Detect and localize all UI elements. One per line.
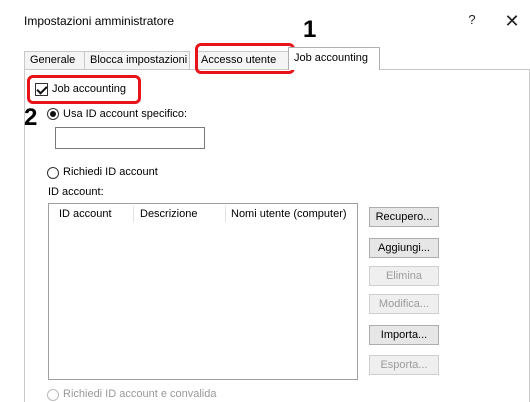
column-separator bbox=[133, 206, 134, 222]
callout-box-step1 bbox=[195, 43, 295, 74]
tab-blocca-impostazioni[interactable]: Blocca impostazioni bbox=[84, 51, 190, 69]
column-separator bbox=[225, 206, 226, 222]
specific-id-input[interactable] bbox=[55, 127, 205, 149]
modifica-button[interactable]: Modifica... bbox=[369, 294, 439, 314]
esporta-button[interactable]: Esporta... bbox=[369, 355, 439, 375]
column-header-nomi-utente[interactable]: Nomi utente (computer) bbox=[231, 208, 347, 220]
use-specific-id-radio[interactable] bbox=[47, 108, 59, 120]
request-id-radio[interactable] bbox=[47, 167, 59, 179]
request-id-label: Richiedi ID account bbox=[63, 166, 158, 178]
importa-button[interactable]: Importa... bbox=[369, 325, 439, 345]
tab-job-accounting[interactable]: Job accounting bbox=[288, 47, 380, 70]
step-number-2: 2 bbox=[24, 104, 38, 131]
aggiungi-button[interactable]: Aggiungi... bbox=[369, 238, 439, 258]
column-header-id-account[interactable]: ID account bbox=[59, 208, 112, 220]
recupero-button[interactable]: Recupero... bbox=[369, 207, 439, 227]
use-specific-id-label: Usa ID account specifico: bbox=[63, 108, 188, 120]
elimina-button[interactable]: Elimina bbox=[369, 266, 439, 286]
column-header-descrizione[interactable]: Descrizione bbox=[140, 208, 197, 220]
callout-box-step2 bbox=[27, 75, 141, 104]
title-bar: Impostazioni amministratore ? ✕ bbox=[0, 0, 530, 36]
tab-generale[interactable]: Generale bbox=[24, 51, 85, 69]
step-number-1: 1 bbox=[303, 16, 317, 43]
window-title: Impostazioni amministratore bbox=[24, 14, 175, 28]
id-account-label: ID account: bbox=[48, 186, 104, 198]
job-accounting-panel: Job accounting Usa ID account specifico:… bbox=[24, 69, 530, 402]
help-button[interactable]: ? bbox=[462, 12, 482, 32]
request-validate-label: Richiedi ID account e convalida bbox=[63, 388, 217, 400]
list-header: ID account Descrizione Nomi utente (comp… bbox=[49, 204, 357, 224]
request-validate-radio[interactable] bbox=[47, 389, 59, 401]
account-list[interactable]: ID account Descrizione Nomi utente (comp… bbox=[48, 203, 358, 380]
close-button[interactable]: ✕ bbox=[500, 9, 524, 33]
